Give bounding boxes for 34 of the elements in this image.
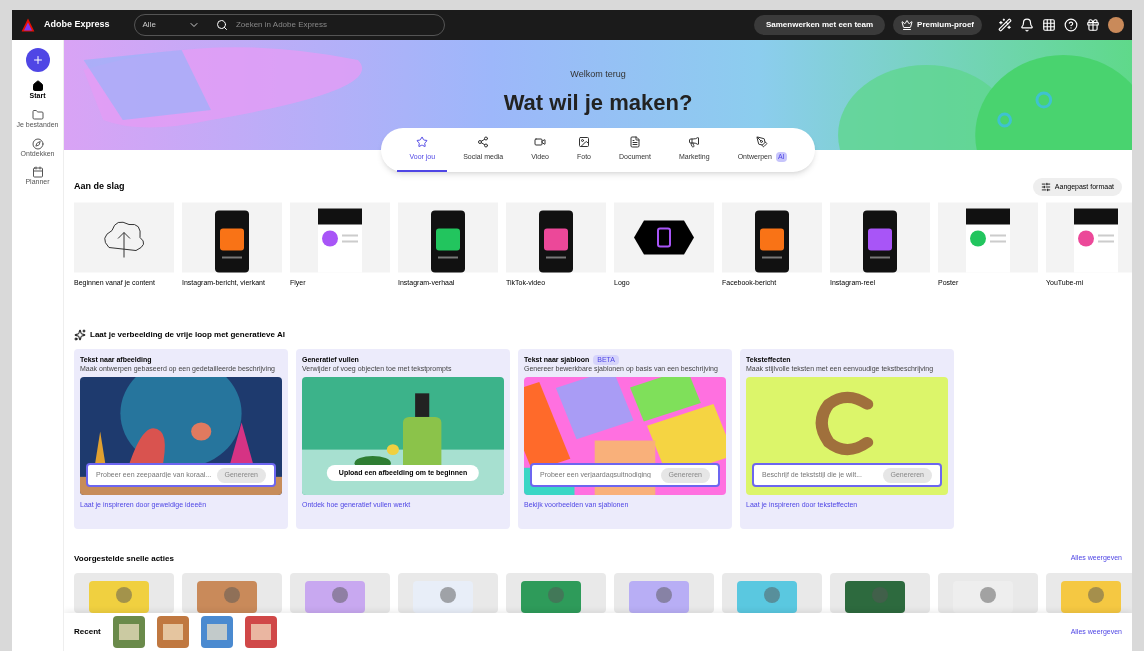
gift-icon[interactable] [1086, 18, 1100, 32]
category-icon [416, 135, 429, 148]
greeting: Welkom terug [570, 68, 626, 81]
create-button[interactable] [25, 48, 50, 72]
search-icon [215, 19, 228, 31]
scope-dropdown[interactable]: Alle [142, 19, 208, 31]
nav-icon [31, 166, 44, 179]
section-heading: Recent [74, 626, 101, 638]
notification-icon[interactable] [1020, 18, 1034, 32]
page-title: Wat wil je maken? [503, 88, 693, 117]
crown-icon [901, 19, 914, 31]
category-icon [477, 135, 490, 148]
nav-icon [31, 108, 44, 121]
app-logo-icon[interactable] [20, 17, 36, 33]
sliders-icon [1040, 182, 1051, 192]
section-heading: Aan de slag [74, 180, 125, 194]
brand-name: Adobe Express [44, 18, 110, 32]
avatar[interactable] [1108, 17, 1124, 33]
section-heading: Voorgestelde snelle acties [74, 552, 174, 565]
nav-icon [31, 80, 44, 92]
wand-icon[interactable] [998, 18, 1012, 32]
plus-icon [31, 54, 44, 66]
apps-icon[interactable] [1042, 18, 1056, 32]
category-icon [688, 135, 701, 148]
section-heading: Laat je verbeelding de vrije loop met generatieve AI [90, 328, 285, 341]
nav-icon [31, 137, 44, 150]
team-button[interactable]: Samenwerken met een team [753, 15, 886, 35]
help-icon[interactable] [1064, 18, 1078, 32]
category-icon [534, 135, 547, 148]
category-icon [628, 135, 641, 148]
premium-button[interactable]: Premium-proef [893, 15, 982, 35]
category-icon [578, 135, 590, 148]
category-icon [756, 135, 769, 148]
sparkle-icon [74, 328, 86, 341]
